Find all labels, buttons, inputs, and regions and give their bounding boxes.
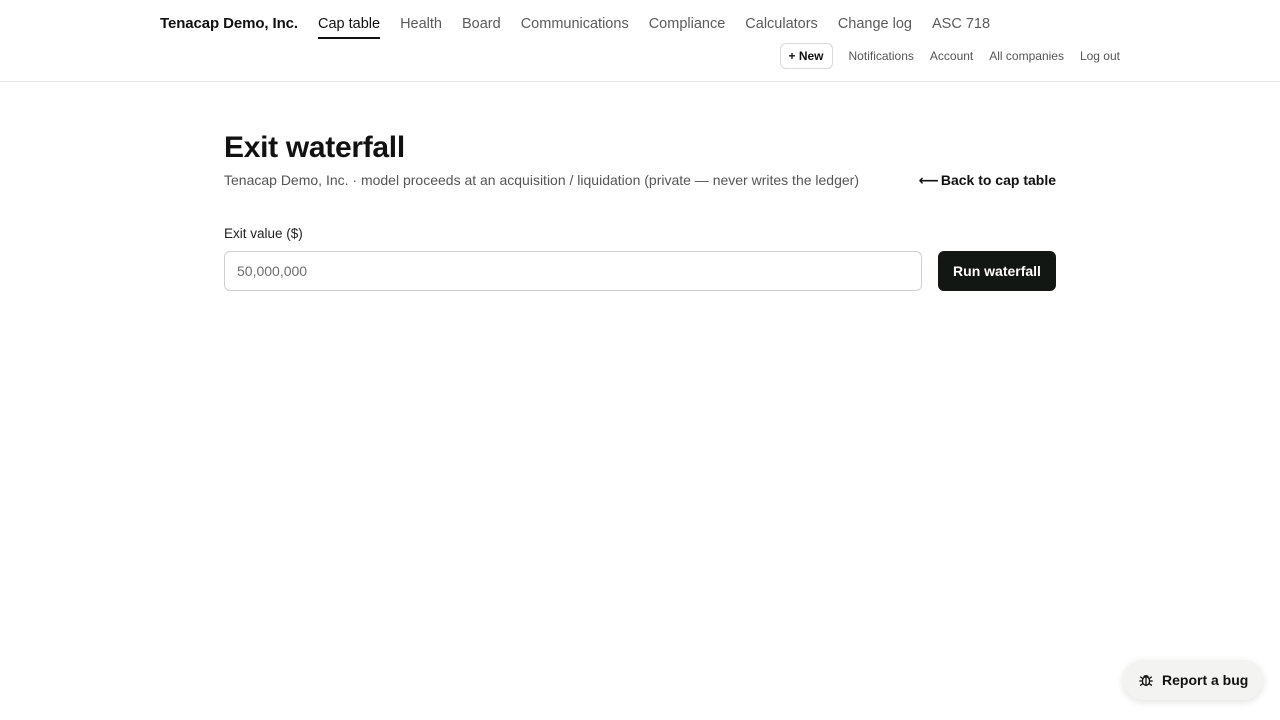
top-header: Tenacap Demo, Inc. Cap table Health Boar… xyxy=(0,0,1280,82)
run-waterfall-button[interactable]: Run waterfall xyxy=(938,251,1056,291)
bug-icon xyxy=(1138,672,1154,688)
exit-value-label: Exit value ($) xyxy=(224,226,303,241)
back-link-label: Back to cap table xyxy=(940,172,1056,188)
nav-health[interactable]: Health xyxy=(400,14,442,37)
report-bug-button[interactable]: Report a bug xyxy=(1123,660,1264,700)
main-nav: Cap table Health Board Communications Co… xyxy=(318,14,990,39)
secondary-nav: + New Notifications Account All companie… xyxy=(779,43,1120,69)
back-to-cap-table-link[interactable]: ⟵ Back to cap table xyxy=(919,171,1056,189)
logout-link[interactable]: Log out xyxy=(1080,49,1120,63)
nav-cap-table[interactable]: Cap table xyxy=(318,14,381,39)
nav-board[interactable]: Board xyxy=(462,14,501,37)
page-title: Exit waterfall xyxy=(224,131,405,164)
page-subtitle: Tenacap Demo, Inc. · model proceeds at a… xyxy=(224,172,859,188)
nav-change-log[interactable]: Change log xyxy=(838,14,912,37)
company-name[interactable]: Tenacap Demo, Inc. xyxy=(160,14,298,34)
arrow-left-icon: ⟵ xyxy=(918,172,939,188)
all-companies-link[interactable]: All companies xyxy=(989,49,1064,63)
nav-asc-718[interactable]: ASC 718 xyxy=(932,14,990,37)
account-link[interactable]: Account xyxy=(930,49,973,63)
new-button[interactable]: + New xyxy=(779,43,833,69)
notifications-link[interactable]: Notifications xyxy=(849,49,914,63)
nav-communications[interactable]: Communications xyxy=(521,14,629,37)
nav-compliance[interactable]: Compliance xyxy=(649,14,726,37)
nav-calculators[interactable]: Calculators xyxy=(745,14,818,37)
report-bug-label: Report a bug xyxy=(1162,672,1249,688)
exit-value-input[interactable] xyxy=(224,251,922,291)
